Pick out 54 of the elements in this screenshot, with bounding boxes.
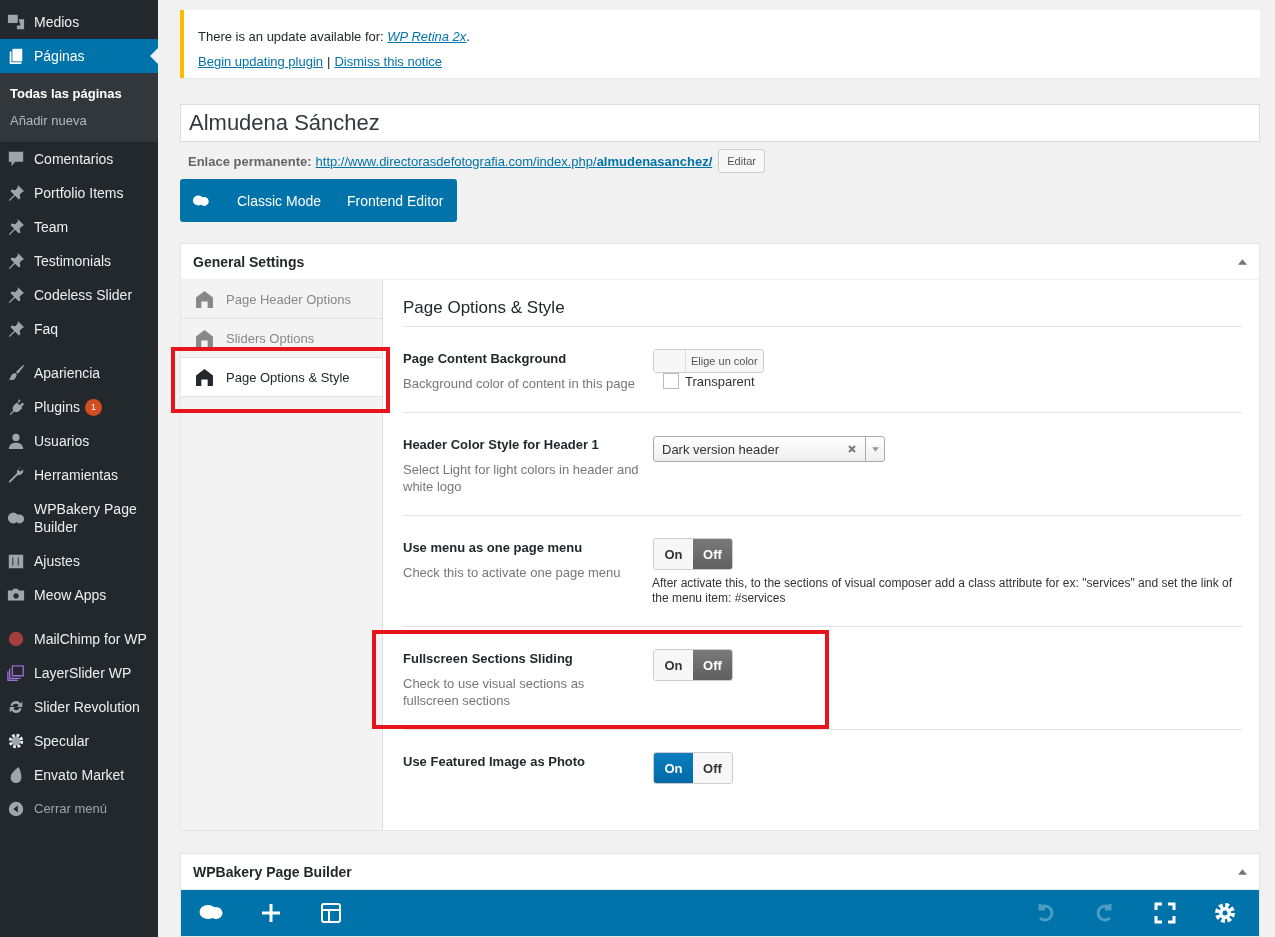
select-field[interactable]: Dark version header [653,436,885,462]
title-field[interactable]: Almudena Sánchez [180,104,1260,142]
sidebar-item[interactable]: Páginas [0,39,158,73]
collapse-menu-link[interactable]: Cerrar menú [0,792,158,826]
sidebar-item[interactable]: MailChimp for WP [0,622,158,656]
sidebar-item[interactable]: Plugins 1 [0,390,158,424]
sidebar-item[interactable]: Portfolio Items [0,176,158,210]
sidebar-item[interactable]: Apariencia [0,356,158,390]
sidebar-item[interactable]: Envato Market [0,758,158,792]
setting-label: Fullscreen Sections Sliding [403,651,574,666]
sidebar-item[interactable]: Meow Apps [0,578,158,612]
dismiss-link[interactable]: Dismiss this notice [334,54,443,69]
sidebar-item[interactable]: Medios [0,5,158,39]
on-off-switch[interactable]: On Off [653,538,733,570]
setting-description: Check this to activate one page menu [403,564,622,581]
sidebar-item[interactable]: Testimonials [0,244,158,278]
sidebar-item[interactable]: Codeless Slider [0,278,158,312]
sidebar-item[interactable]: Specular [0,724,158,758]
editor-mode-button[interactable]: Frontend Editor [334,179,457,222]
sidebar-item[interactable]: Team [0,210,158,244]
setting-note: After activate this, to the sections of visual composer add a class attribute for ex: "services" and set the link of the menu item: #services [652,576,1234,606]
sidebar-item[interactable]: Herramientas [0,458,158,492]
submenu-item[interactable]: Todas las páginas [0,80,158,107]
setting-label: Use menu as one page menu [403,540,584,555]
settings-tab[interactable]: Page Options & Style [181,358,382,397]
setting-description: Check to use visual sections as fullscreen sections [403,675,586,709]
setting-label: Use Featured Image as Photo [403,754,587,769]
setting-label: Page Content Background [403,351,568,366]
sidebar-item[interactable]: LayerSlider WP [0,656,158,690]
permalink-link[interactable]: http://www.directorasdefotografia.com/index.php/almudenasanchez/ [315,153,713,169]
sidebar-item[interactable]: Ajustes [0,544,158,578]
color-picker-button[interactable]: Elige un color [653,349,764,373]
submenu-item[interactable]: Añadir nueva [0,107,158,134]
editor-mode-button[interactable]: Classic Mode [224,179,335,222]
panel-title: WPBakery Page Builder [193,863,352,880]
setting-description: Background color of content in this page [403,375,636,392]
setting-description: Select Light for light colors in header and white logo [403,461,640,495]
sidebar-item[interactable]: Comentarios [0,142,158,176]
update-count: 1 [84,398,102,416]
link-separator: | [327,54,331,69]
permalink-label: Enlace permanente: [188,153,312,169]
sidebar-item[interactable]: Usuarios [0,424,158,458]
update-link[interactable]: Begin updating plugin [198,54,324,69]
checkbox-label: Transparent [685,373,755,389]
on-off-switch[interactable]: On Off [653,649,733,681]
edit-button[interactable]: Editar [718,149,765,173]
notice-text: There is an update available for: WP Retina 2x. [198,29,471,44]
section-heading: Page Options & Style [403,280,1242,327]
on-off-switch[interactable]: On Off [653,752,733,784]
sidebar-item[interactable]: WPBakery Page Builder [0,492,158,544]
panel-title: General Settings [193,253,305,270]
sidebar-item[interactable]: Faq [0,312,158,346]
sidebar-item[interactable]: Slider Revolution [0,690,158,724]
setting-label: Header Color Style for Header 1 [403,437,600,452]
